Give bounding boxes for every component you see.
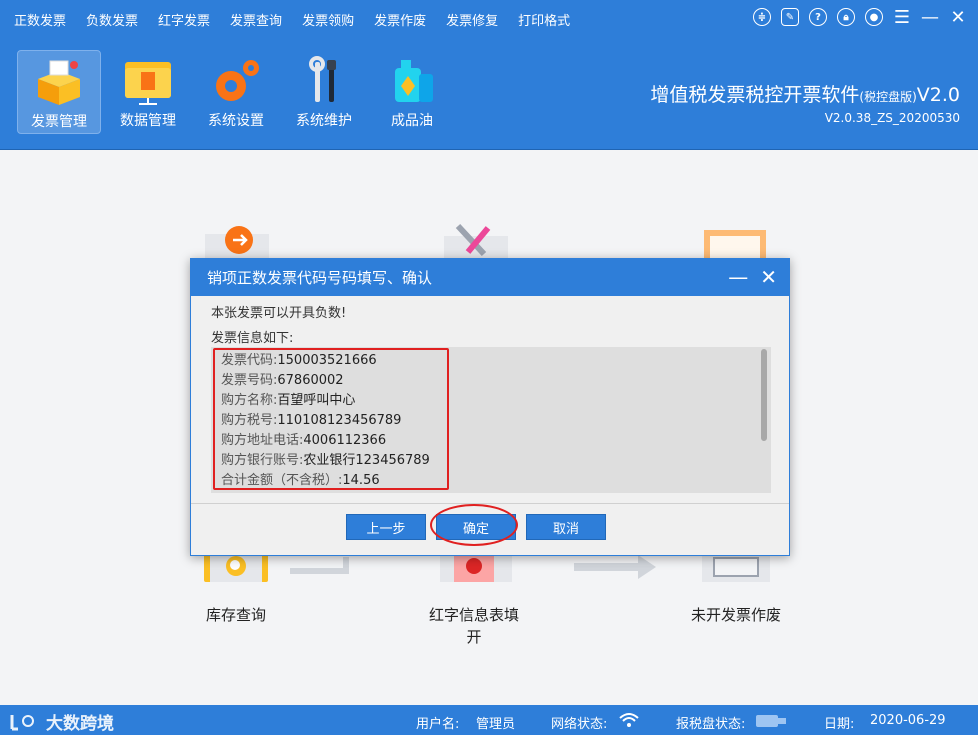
window-controls: ≑ ✎ ? 🔒︎ ● ☰ — ✕ [752, 7, 968, 28]
prev-step-button[interactable]: 上一步 [346, 514, 426, 540]
menu-invoice-query[interactable]: 发票查询 [230, 10, 282, 29]
invoice-confirm-dialog: 销项正数发票代码号码填写、确认 — ✕ 本张发票可以开具负数! 发票信息如下: … [190, 258, 790, 556]
function-red-info-form-wrap[interactable]: 开 [414, 626, 534, 647]
oil-can-icon [395, 60, 433, 102]
toolbar-invoice-management[interactable]: 发票管理 [17, 50, 101, 134]
dialog-info-heading: 发票信息如下: [211, 331, 294, 346]
wifi-icon [619, 713, 639, 727]
toolbar-data-management[interactable]: 数据管理 [106, 50, 190, 134]
flow-arrow-icon [290, 557, 349, 574]
date-label: 日期: [824, 717, 855, 732]
tax-disk-label: 报税盘状态: [676, 717, 746, 732]
toolbar-label: 系统维护 [296, 113, 352, 129]
invoice-info-box[interactable]: 发票代码:150003521666 发票号码:67860002 购方名称:百望呼… [211, 347, 771, 493]
note-icon[interactable]: ✎ [780, 7, 800, 27]
app-version: V2.0.38_ZS_20200530 [824, 111, 960, 125]
toolbar-label: 数据管理 [120, 113, 176, 129]
menu-icon[interactable]: ☰ [892, 7, 912, 28]
info-scrollbar[interactable] [759, 347, 769, 493]
logo-text: 大数跨境 [46, 714, 114, 734]
menu-invoice-purchase[interactable]: 发票领购 [302, 10, 354, 29]
function-red-info-form[interactable]: 红字信息表填 [414, 604, 534, 625]
invoice-doc-icon[interactable] [698, 222, 772, 262]
dialog-minimize-icon[interactable]: — [728, 265, 748, 289]
toolbar-system-settings[interactable]: 系统设置 [194, 50, 278, 134]
user-icon[interactable]: ● [864, 7, 884, 27]
folder-data-icon [125, 62, 171, 105]
dialog-divider [191, 503, 789, 504]
function-inventory-query[interactable]: 库存查询 [176, 604, 296, 625]
highlight-box [213, 348, 449, 490]
date-value: 2020-06-29 [870, 713, 946, 728]
repair-tools-icon[interactable] [444, 220, 508, 260]
logo-icon [10, 714, 34, 730]
menu-invoice-repair[interactable]: 发票修复 [446, 10, 498, 29]
dialog-titlebar: 销项正数发票代码号码填写、确认 — ✕ [191, 259, 789, 296]
lock-icon[interactable]: 🔒︎ [836, 7, 856, 27]
invoice-box-icon [38, 60, 80, 105]
user-label: 用户名: [416, 717, 460, 732]
minimize-icon[interactable]: — [920, 7, 940, 28]
function-void-unissued[interactable]: 未开发票作废 [666, 604, 806, 625]
tax-disk-icon [756, 715, 786, 727]
dialog-notice: 本张发票可以开具负数! [211, 306, 347, 321]
watermark-logo: 大数跨境 [8, 709, 114, 734]
toolbar-system-maintenance[interactable]: 系统维护 [282, 50, 366, 134]
status-bar: 大数跨境 用户名: 管理员 网络状态: 报税盘状态: 日期: 2020-06-2… [0, 705, 978, 735]
scrollbar-thumb[interactable] [761, 349, 767, 441]
close-icon[interactable]: ✕ [948, 7, 968, 28]
menu-positive-invoice[interactable]: 正数发票 [14, 10, 66, 29]
main-toolbar: 发票管理 数据管理 系统设置 系统维护 成品油 增值税发票税控开票软件(税控盘版… [0, 38, 978, 150]
toolbar-label: 成品油 [391, 113, 433, 129]
network-label: 网络状态: [551, 717, 608, 732]
dialog-close-icon[interactable]: ✕ [760, 265, 777, 289]
flow-arrow-icon [574, 555, 656, 579]
highlight-circle [430, 504, 518, 546]
menu-negative-invoice[interactable]: 负数发票 [86, 10, 138, 29]
app-title: 增值税发票税控开票软件(税控盘版)V2.0 [650, 84, 960, 106]
toolbar-refined-oil[interactable]: 成品油 [370, 50, 454, 134]
menu-print-format[interactable]: 打印格式 [518, 10, 570, 29]
top-menu-bar: 正数发票 负数发票 红字发票 发票查询 发票领购 发票作废 发票修复 打印格式 … [0, 0, 978, 38]
cancel-button[interactable]: 取消 [526, 514, 606, 540]
toolbar-label: 系统设置 [208, 113, 264, 129]
app-branding: 增值税发票税控开票软件(税控盘版)V2.0 V2.0.38_ZS_2020053… [650, 80, 960, 125]
gears-icon [216, 60, 259, 101]
toolbar-label: 发票管理 [31, 114, 87, 130]
tools-icon [309, 56, 336, 102]
help-icon[interactable]: ? [808, 7, 828, 27]
menu-invoice-void[interactable]: 发票作废 [374, 10, 426, 29]
switch-icon[interactable]: ≑ [752, 7, 772, 27]
dialog-title: 销项正数发票代码号码填写、确认 [207, 269, 433, 287]
user-value: 管理员 [476, 717, 516, 732]
export-icon[interactable] [205, 222, 269, 262]
menu-red-invoice[interactable]: 红字发票 [158, 10, 210, 29]
